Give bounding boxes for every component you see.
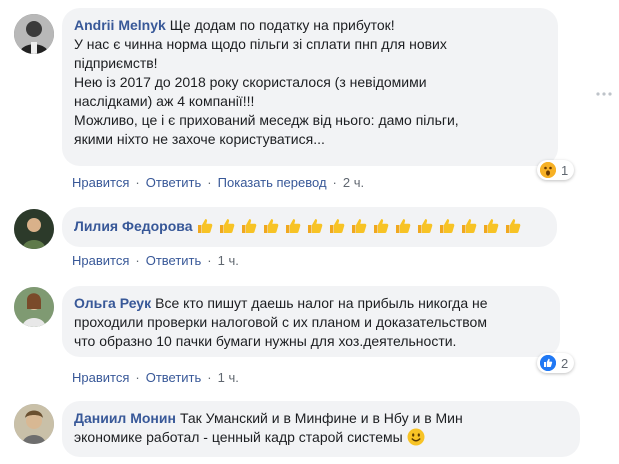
thumbs-up-emoji	[264, 219, 279, 233]
thumbs-up-emoji	[242, 219, 257, 233]
comment-bubble: Andrii Melnyk Ще додам по податку на приб…	[62, 8, 558, 166]
reaction-summary[interactable]: 2	[537, 353, 575, 373]
comment-actions: Нравится · Ответить · Показать перевод · 2 ч.	[72, 175, 365, 190]
comment-timestamp[interactable]: 2 ч.	[343, 175, 364, 190]
avatar-photo-icon	[14, 209, 54, 249]
reaction-summary[interactable]: 1	[537, 160, 575, 180]
comment-timestamp[interactable]: 1 ч.	[218, 370, 239, 385]
comment-author[interactable]: Даниил Монин	[74, 410, 176, 426]
thumbs-up-emoji	[484, 219, 499, 233]
avatar-photo-icon	[14, 14, 54, 54]
thumbs-up-emoji	[198, 219, 213, 233]
thumbs-up-emoji	[330, 219, 345, 233]
more-options-icon[interactable]	[596, 92, 612, 96]
like-link[interactable]: Нравится	[72, 370, 129, 385]
avatar[interactable]	[14, 209, 54, 249]
wow-reaction-icon	[540, 162, 556, 178]
comment-author[interactable]: Ольга Реук	[74, 295, 151, 311]
reply-link[interactable]: Ответить	[146, 175, 202, 190]
like-reaction-icon	[540, 355, 556, 371]
comment-actions: Нравится · Ответить · 1 ч.	[72, 253, 239, 268]
thumbs-up-emoji	[440, 219, 455, 233]
comment-bubble: Ольга Реук Все кто пишут даешь налог на п…	[62, 286, 560, 357]
avatar[interactable]	[14, 287, 54, 327]
thumbs-up-emoji	[506, 219, 521, 233]
thumbs-up-emoji	[352, 219, 367, 233]
thumbs-up-emoji	[286, 219, 301, 233]
thumbs-up-emoji	[374, 219, 389, 233]
comment-author[interactable]: Andrii Melnyk	[74, 17, 166, 33]
thumbs-up-emoji	[220, 219, 235, 233]
comment-actions: Нравится · Ответить · 1 ч.	[72, 370, 239, 385]
avatar-photo-icon	[14, 404, 54, 444]
avatar-photo-icon	[14, 287, 54, 327]
smiling-face-emoji	[407, 428, 425, 446]
avatar[interactable]	[14, 14, 54, 54]
reply-link[interactable]: Ответить	[146, 370, 202, 385]
comment-bubble: Даниил Монин Так Уманский и в Минфине и в…	[62, 401, 580, 457]
avatar[interactable]	[14, 404, 54, 444]
thumbs-up-emoji	[396, 219, 411, 233]
comment-bubble: Лилия Федорова	[62, 207, 557, 247]
reply-link[interactable]: Ответить	[146, 253, 202, 268]
comment-text: Ще додам по податку на прибуток! У нас є…	[74, 17, 459, 147]
like-link[interactable]: Нравится	[72, 253, 129, 268]
comment-timestamp[interactable]: 1 ч.	[218, 253, 239, 268]
thumbs-up-emoji	[418, 219, 433, 233]
reaction-count: 1	[561, 162, 569, 178]
thumbs-up-emoji-row	[196, 218, 526, 234]
thumbs-up-emoji	[308, 219, 323, 233]
show-translation-link[interactable]: Показать перевод	[218, 175, 327, 190]
reaction-count: 2	[561, 355, 569, 371]
like-link[interactable]: Нравится	[72, 175, 129, 190]
thumbs-up-emoji	[462, 219, 477, 233]
comment-author[interactable]: Лилия Федорова	[74, 218, 192, 234]
